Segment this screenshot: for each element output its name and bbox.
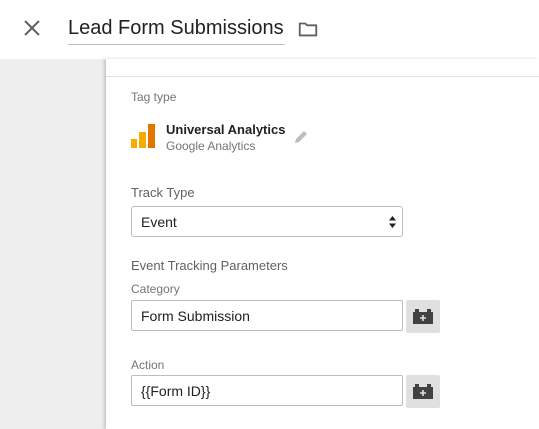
tag-configuration-panel: Tag type Universal Analytics Google Anal… [106, 59, 539, 429]
tag-type-selector[interactable]: Universal Analytics Google Analytics [131, 119, 531, 159]
tag-name-input[interactable]: Lead Form Submissions [68, 15, 285, 45]
google-analytics-logo-icon [131, 124, 155, 148]
variable-brick-icon [413, 309, 433, 324]
action-label: Action [131, 358, 165, 372]
track-type-value: Event [141, 214, 177, 230]
close-button[interactable] [20, 16, 44, 40]
category-input[interactable]: Form Submission [131, 300, 403, 331]
select-arrows-icon [389, 216, 396, 228]
variable-brick-icon [413, 384, 433, 399]
action-input[interactable]: {{Form ID}} [131, 375, 403, 406]
left-gutter [0, 59, 106, 429]
category-label: Category [131, 282, 180, 296]
event-params-heading: Event Tracking Parameters [131, 258, 288, 273]
track-type-label: Track Type [131, 185, 195, 200]
divider [106, 76, 539, 77]
close-icon [24, 20, 40, 36]
editor-header: Lead Form Submissions [0, 0, 539, 59]
action-variable-button[interactable] [406, 375, 440, 408]
category-variable-button[interactable] [406, 300, 440, 333]
tag-type-name: Universal Analytics [166, 122, 286, 137]
pencil-icon[interactable] [293, 129, 309, 145]
folder-icon [298, 22, 318, 37]
folder-button[interactable] [297, 18, 319, 40]
tag-type-label: Tag type [131, 90, 177, 104]
tag-type-vendor: Google Analytics [166, 139, 256, 153]
track-type-select[interactable]: Event [131, 206, 403, 237]
